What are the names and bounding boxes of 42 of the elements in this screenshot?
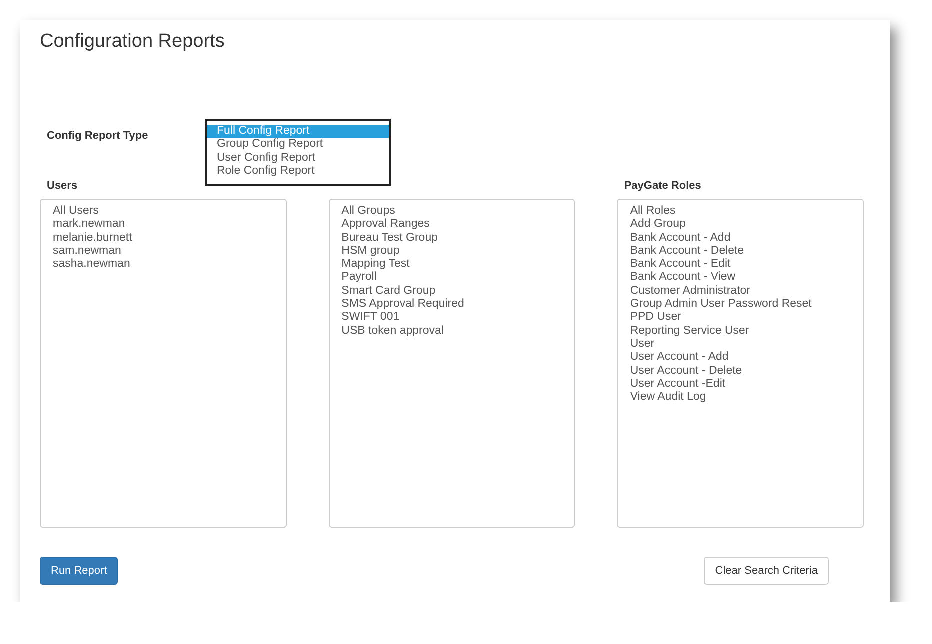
list-item[interactable]: USB token approval xyxy=(342,324,562,338)
dropdown-option[interactable]: Group Config Report xyxy=(207,138,389,152)
list-item[interactable]: PPD User xyxy=(630,311,852,325)
list-box[interactable]: All Users mark.newman melanie.burnett sam.newman sasha.newman xyxy=(40,199,287,528)
list-item[interactable]: Approval Ranges xyxy=(342,218,562,232)
list-item[interactable]: All Roles xyxy=(630,205,852,218)
dropdown-option[interactable]: Role Config Report xyxy=(207,164,389,178)
list-item[interactable]: Bank Account - Add xyxy=(630,232,852,245)
field-label: Config Report Type xyxy=(47,130,148,142)
list-item[interactable]: Group Admin User Password Reset xyxy=(630,298,852,312)
list-item[interactable]: Bank Account - View xyxy=(630,271,852,285)
list-item[interactable]: HSM group xyxy=(342,244,562,258)
list-item[interactable]: Smart Card Group xyxy=(342,284,562,298)
list-item[interactable]: Bank Account - Edit xyxy=(630,258,852,272)
list-item[interactable]: SMS Approval Required xyxy=(342,298,562,312)
list-item[interactable]: sasha.newman xyxy=(53,258,274,272)
list-box[interactable]: All Groups Approval Ranges Bureau Test Group HSM group Mapping Test Payroll Smart Card Group SMS Approval Required SWIFT 001 USB token approval xyxy=(328,199,576,528)
run-report-button[interactable]: Run Report xyxy=(40,557,118,585)
list-item[interactable]: User Account - Delete xyxy=(630,364,852,378)
list-item[interactable]: Bureau Test Group xyxy=(342,232,562,245)
list-item[interactable]: User Account - Add xyxy=(630,351,852,365)
list-item[interactable]: User xyxy=(630,338,852,352)
list-item[interactable]: Bank Account - Delete xyxy=(630,244,852,258)
list-item[interactable]: Customer Administrator xyxy=(630,284,852,298)
list-label: PayGate Roles xyxy=(624,180,702,192)
list-item[interactable]: Mapping Test xyxy=(342,258,562,272)
list-item[interactable]: All Users xyxy=(53,205,274,218)
list-item[interactable]: Reporting Service User xyxy=(630,324,852,338)
list-item[interactable]: mark.newman xyxy=(53,218,274,232)
list-item[interactable]: melanie.burnett xyxy=(53,232,274,245)
clear-button[interactable]: Clear Search Criteria xyxy=(704,557,829,585)
list-item[interactable]: All Groups xyxy=(342,205,562,218)
list-item[interactable]: View Audit Log xyxy=(630,391,852,404)
list-label: Users xyxy=(47,180,78,192)
dropdown-option[interactable]: User Config Report xyxy=(207,152,389,165)
list-item[interactable]: User Account -Edit xyxy=(630,378,852,392)
list-box[interactable] xyxy=(617,199,864,528)
list-item[interactable]: Add Group xyxy=(630,218,852,232)
list-item[interactable]: SWIFT 001 xyxy=(342,311,562,325)
list-item[interactable]: Payroll xyxy=(342,271,562,285)
list-item[interactable]: sam.newman xyxy=(53,244,274,258)
page-title: Configuration Reports xyxy=(40,30,226,54)
